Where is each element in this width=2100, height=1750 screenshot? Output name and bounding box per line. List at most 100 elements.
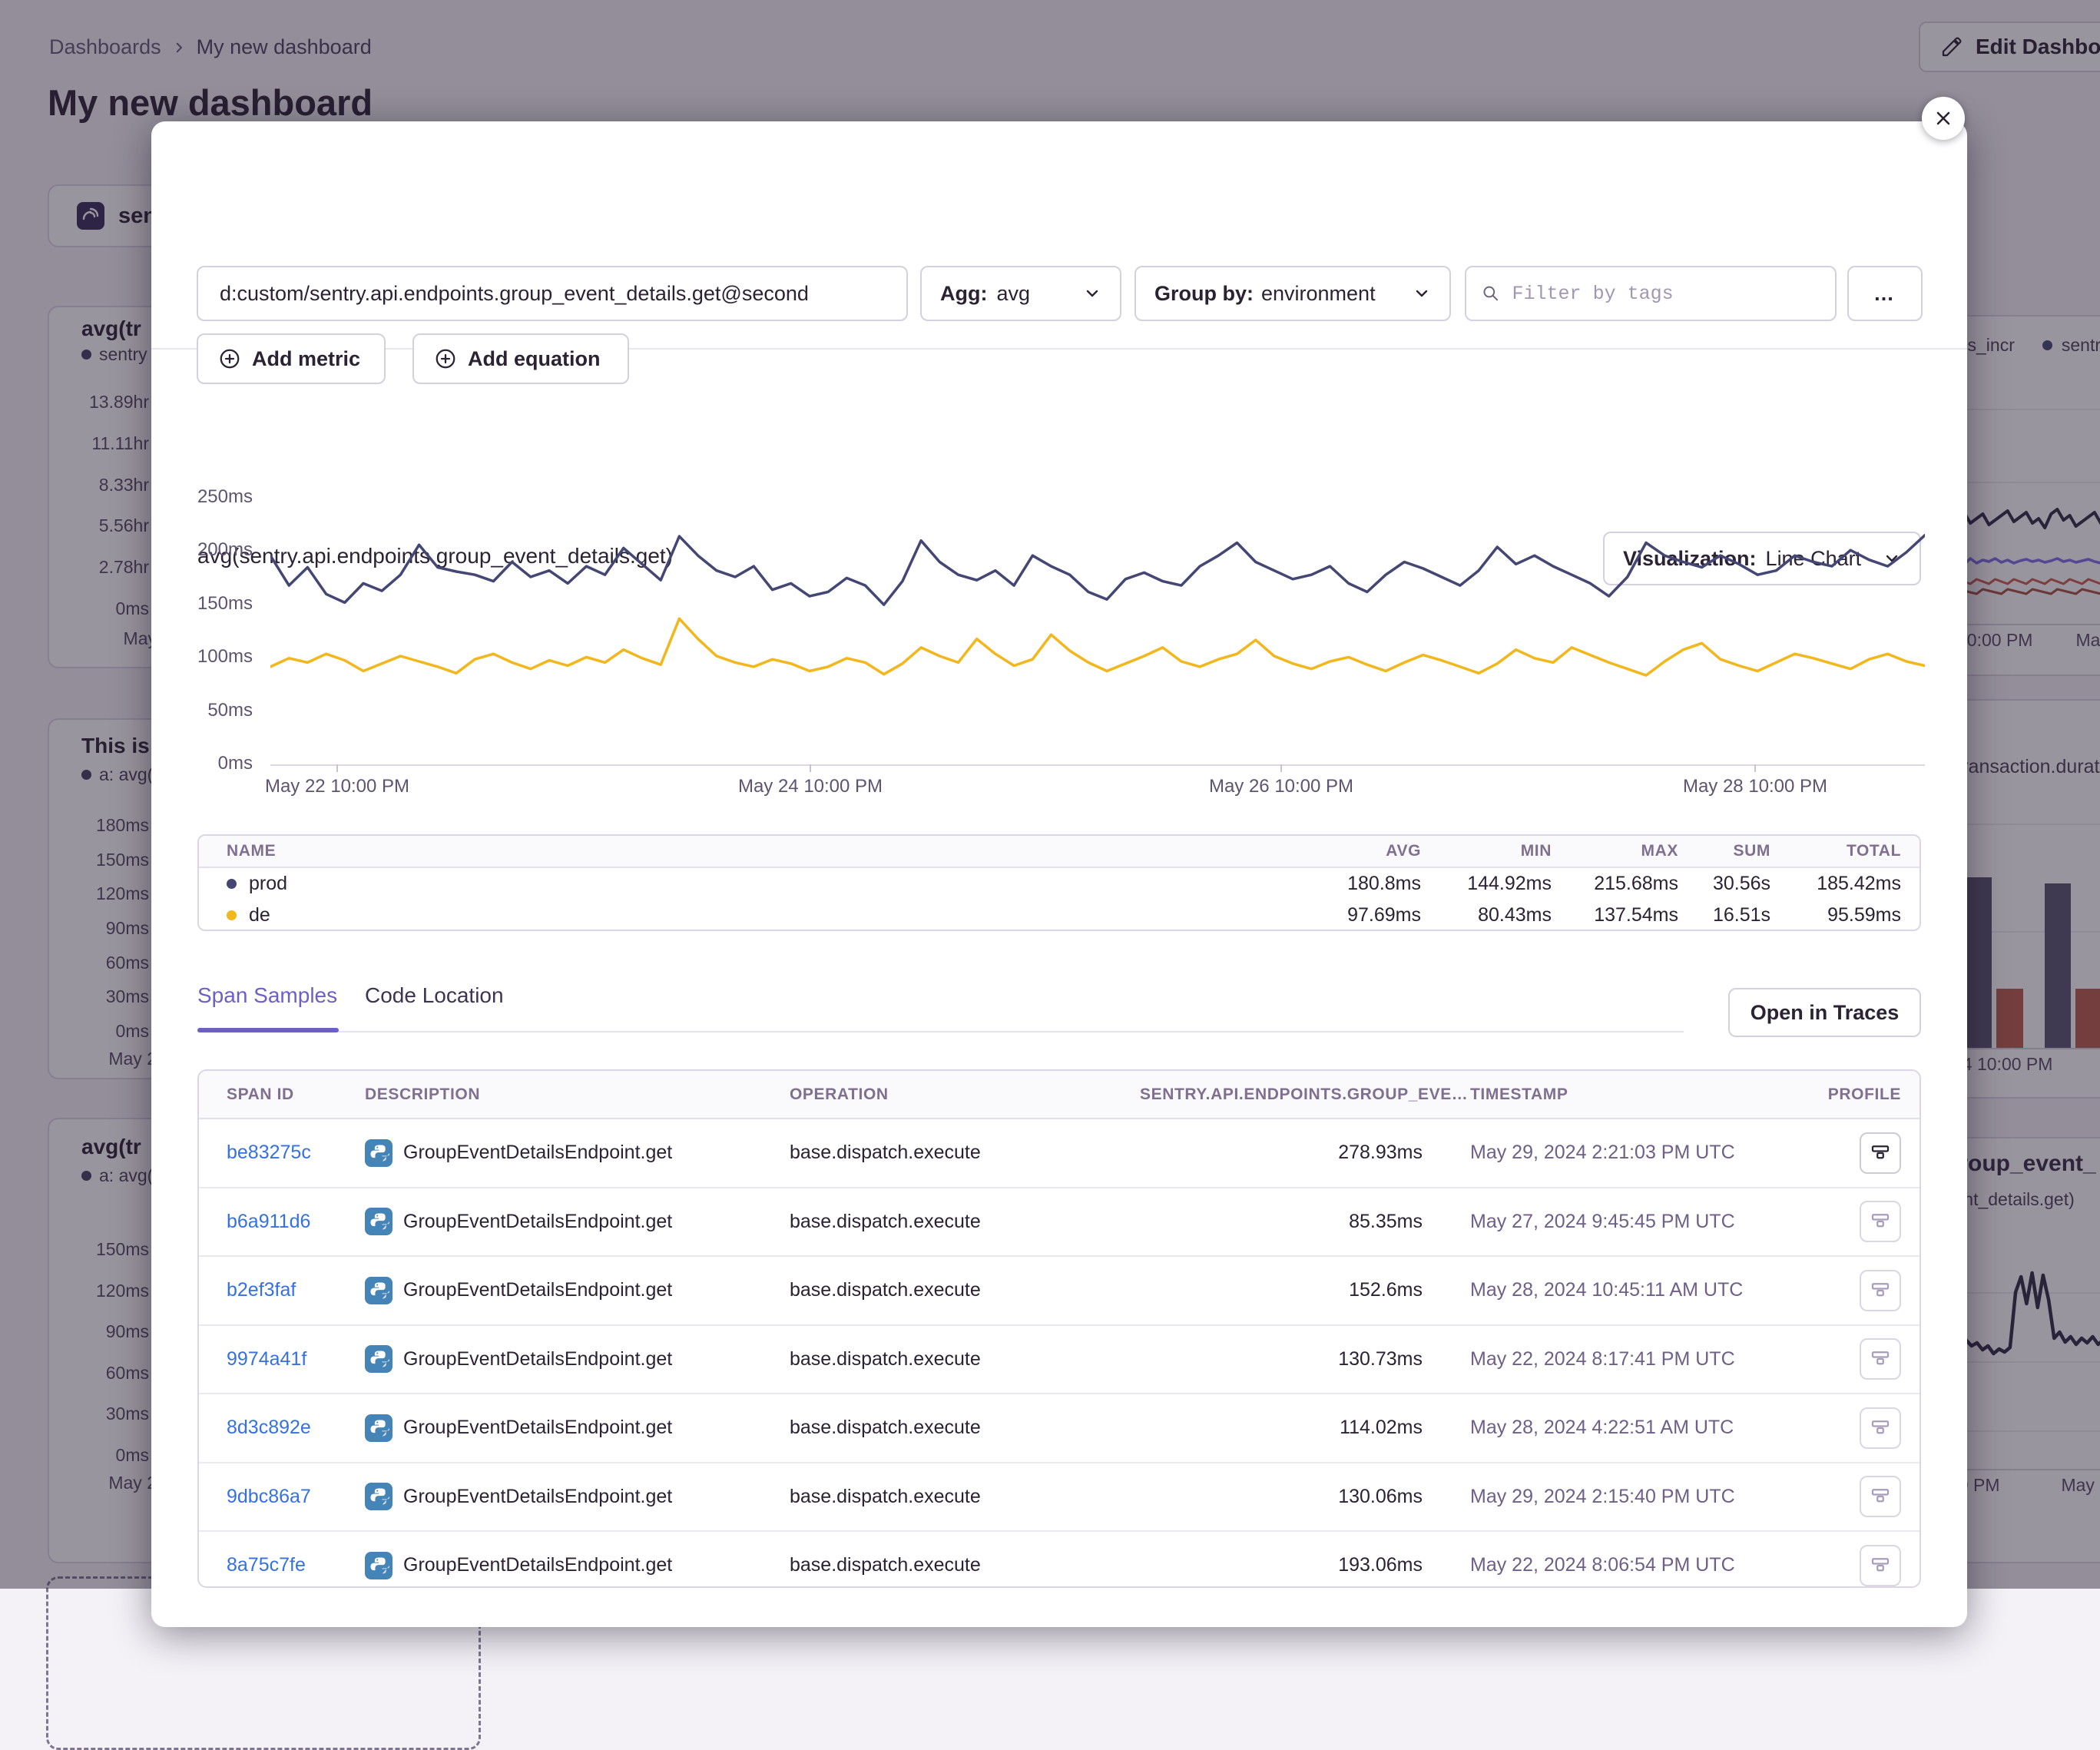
- span-description: GroupEventDetailsEndpoint.get: [365, 1345, 790, 1373]
- chevron-down-icon: [1413, 284, 1431, 303]
- add-metric-button[interactable]: Add metric: [197, 333, 386, 384]
- tag-filter-input[interactable]: [1465, 266, 1837, 321]
- span-id-link[interactable]: 9974a41f: [227, 1348, 365, 1371]
- add-metric-label: Add metric: [252, 347, 360, 371]
- span-id-link[interactable]: b2ef3faf: [227, 1279, 365, 1301]
- add-equation-label: Add equation: [468, 347, 600, 371]
- y-axis-tick: 50ms: [176, 700, 253, 721]
- span-timestamp: May 22, 2024 8:17:41 PM UTC: [1423, 1348, 1824, 1371]
- span-description: GroupEventDetailsEndpoint.get: [365, 1483, 790, 1510]
- group-by-label: Group by:: [1154, 282, 1254, 306]
- add-equation-button[interactable]: Add equation: [412, 333, 629, 384]
- span-id-link[interactable]: 8a75c7fe: [227, 1554, 365, 1576]
- span-timestamp: May 28, 2024 10:45:11 AM UTC: [1423, 1279, 1824, 1301]
- span-operation: base.dispatch.execute: [790, 1279, 1140, 1301]
- span-timestamp: May 22, 2024 8:06:54 PM UTC: [1423, 1554, 1824, 1576]
- python-icon: [365, 1208, 393, 1235]
- metric-query-input[interactable]: [197, 266, 908, 321]
- span-duration: 85.35ms: [1140, 1211, 1423, 1233]
- profile-button[interactable]: [1860, 1338, 1901, 1380]
- close-button[interactable]: [1922, 97, 1965, 140]
- open-in-traces-button[interactable]: Open in Traces: [1728, 988, 1921, 1037]
- aggregate-label: Agg:: [940, 282, 987, 306]
- profile-flame-chart-icon: [1869, 1485, 1892, 1508]
- y-axis-tick: 200ms: [176, 539, 253, 561]
- profile-button[interactable]: [1860, 1545, 1901, 1586]
- y-axis-tick: 0ms: [176, 753, 253, 774]
- sample-row: 8d3c892eGroupEventDetailsEndpoint.getbas…: [199, 1394, 1919, 1463]
- summary-row-prod[interactable]: prod 180.8ms 144.92ms 215.68ms 30.56s 18…: [199, 868, 1919, 900]
- span-duration: 278.93ms: [1140, 1142, 1423, 1164]
- python-icon: [365, 1345, 393, 1373]
- overflow-menu-button[interactable]: …: [1847, 266, 1923, 321]
- sample-row: 9974a41fGroupEventDetailsEndpoint.getbas…: [199, 1326, 1919, 1395]
- series-summary-table: NAME AVG MIN MAX SUM TOTAL prod 180.8ms …: [197, 834, 1921, 931]
- chevron-down-icon: [1083, 284, 1101, 303]
- span-id-link[interactable]: be83275c: [227, 1142, 365, 1164]
- python-icon: [365, 1483, 393, 1510]
- x-axis-tick: May 26 10:00 PM: [1209, 776, 1353, 797]
- python-icon: [365, 1277, 393, 1304]
- x-axis: [270, 764, 1925, 766]
- x-axis-tick: May 22 10:00 PM: [265, 776, 409, 797]
- sample-row: b6a911d6GroupEventDetailsEndpoint.getbas…: [199, 1188, 1919, 1258]
- tab-span-samples[interactable]: Span Samples: [197, 983, 337, 1008]
- series-dot: [227, 879, 237, 889]
- summary-row-de[interactable]: de 97.69ms 80.43ms 137.54ms 16.51s 95.59…: [199, 900, 1919, 931]
- span-duration: 152.6ms: [1140, 1279, 1423, 1301]
- close-icon: [1933, 108, 1954, 129]
- sample-row: b2ef3fafGroupEventDetailsEndpoint.getbas…: [199, 1257, 1919, 1326]
- metric-line-chart[interactable]: [270, 498, 1925, 765]
- profile-button[interactable]: [1860, 1201, 1901, 1242]
- group-by-value: environment: [1261, 282, 1376, 306]
- profile-flame-chart-icon: [1869, 1279, 1892, 1302]
- y-axis-tick: 150ms: [176, 593, 253, 615]
- sample-row: be83275cGroupEventDetailsEndpoint.getbas…: [199, 1119, 1919, 1188]
- span-samples-table: SPAN ID DESCRIPTION OPERATION SENTRY.API…: [197, 1069, 1921, 1588]
- span-operation: base.dispatch.execute: [790, 1348, 1140, 1371]
- span-description: GroupEventDetailsEndpoint.get: [365, 1277, 790, 1304]
- metric-query-value[interactable]: [218, 281, 886, 307]
- span-description: GroupEventDetailsEndpoint.get: [365, 1208, 790, 1235]
- profile-button[interactable]: [1860, 1132, 1901, 1174]
- aggregate-dropdown[interactable]: Agg: avg: [920, 266, 1121, 321]
- divider: [197, 1031, 1684, 1032]
- aggregate-value: avg: [996, 282, 1030, 306]
- group-by-dropdown[interactable]: Group by: environment: [1134, 266, 1451, 321]
- sample-row: 8a75c7feGroupEventDetailsEndpoint.getbas…: [199, 1532, 1919, 1588]
- sample-row: 9dbc86a7GroupEventDetailsEndpoint.getbas…: [199, 1463, 1919, 1533]
- span-id-link[interactable]: 8d3c892e: [227, 1417, 365, 1439]
- profile-button[interactable]: [1860, 1476, 1901, 1517]
- span-operation: base.dispatch.execute: [790, 1486, 1140, 1508]
- tab-code-location[interactable]: Code Location: [365, 983, 504, 1008]
- profile-flame-chart-icon: [1869, 1347, 1892, 1371]
- span-timestamp: May 29, 2024 2:15:40 PM UTC: [1423, 1486, 1824, 1508]
- y-axis-tick: 100ms: [176, 646, 253, 668]
- profile-button[interactable]: [1860, 1407, 1901, 1449]
- profile-button[interactable]: [1860, 1270, 1901, 1311]
- python-icon: [365, 1414, 393, 1442]
- profile-flame-chart-icon: [1869, 1210, 1892, 1233]
- span-timestamp: May 27, 2024 9:45:45 PM UTC: [1423, 1211, 1824, 1233]
- span-duration: 193.06ms: [1140, 1554, 1423, 1576]
- tag-filter-field[interactable]: [1511, 282, 1820, 306]
- profile-flame-chart-icon: [1869, 1417, 1892, 1440]
- search-icon: [1482, 283, 1500, 303]
- y-axis-tick: 250ms: [176, 486, 253, 508]
- series-dot: [227, 910, 237, 920]
- span-description: GroupEventDetailsEndpoint.get: [365, 1139, 790, 1167]
- ellipsis-icon: …: [1873, 282, 1896, 306]
- span-id-link[interactable]: b6a911d6: [227, 1211, 365, 1233]
- span-timestamp: May 28, 2024 4:22:51 AM UTC: [1423, 1417, 1824, 1439]
- span-operation: base.dispatch.execute: [790, 1554, 1140, 1576]
- plus-circle-icon: [434, 347, 457, 370]
- span-duration: 130.06ms: [1140, 1486, 1423, 1508]
- span-description: GroupEventDetailsEndpoint.get: [365, 1414, 790, 1442]
- samples-header-row: SPAN ID DESCRIPTION OPERATION SENTRY.API…: [199, 1071, 1919, 1119]
- summary-header-row: NAME AVG MIN MAX SUM TOTAL: [199, 836, 1919, 868]
- span-id-link[interactable]: 9dbc86a7: [227, 1486, 365, 1508]
- span-operation: base.dispatch.execute: [790, 1142, 1140, 1164]
- plus-circle-icon: [218, 347, 241, 370]
- profile-flame-chart-icon: [1869, 1142, 1892, 1165]
- span-operation: base.dispatch.execute: [790, 1417, 1140, 1439]
